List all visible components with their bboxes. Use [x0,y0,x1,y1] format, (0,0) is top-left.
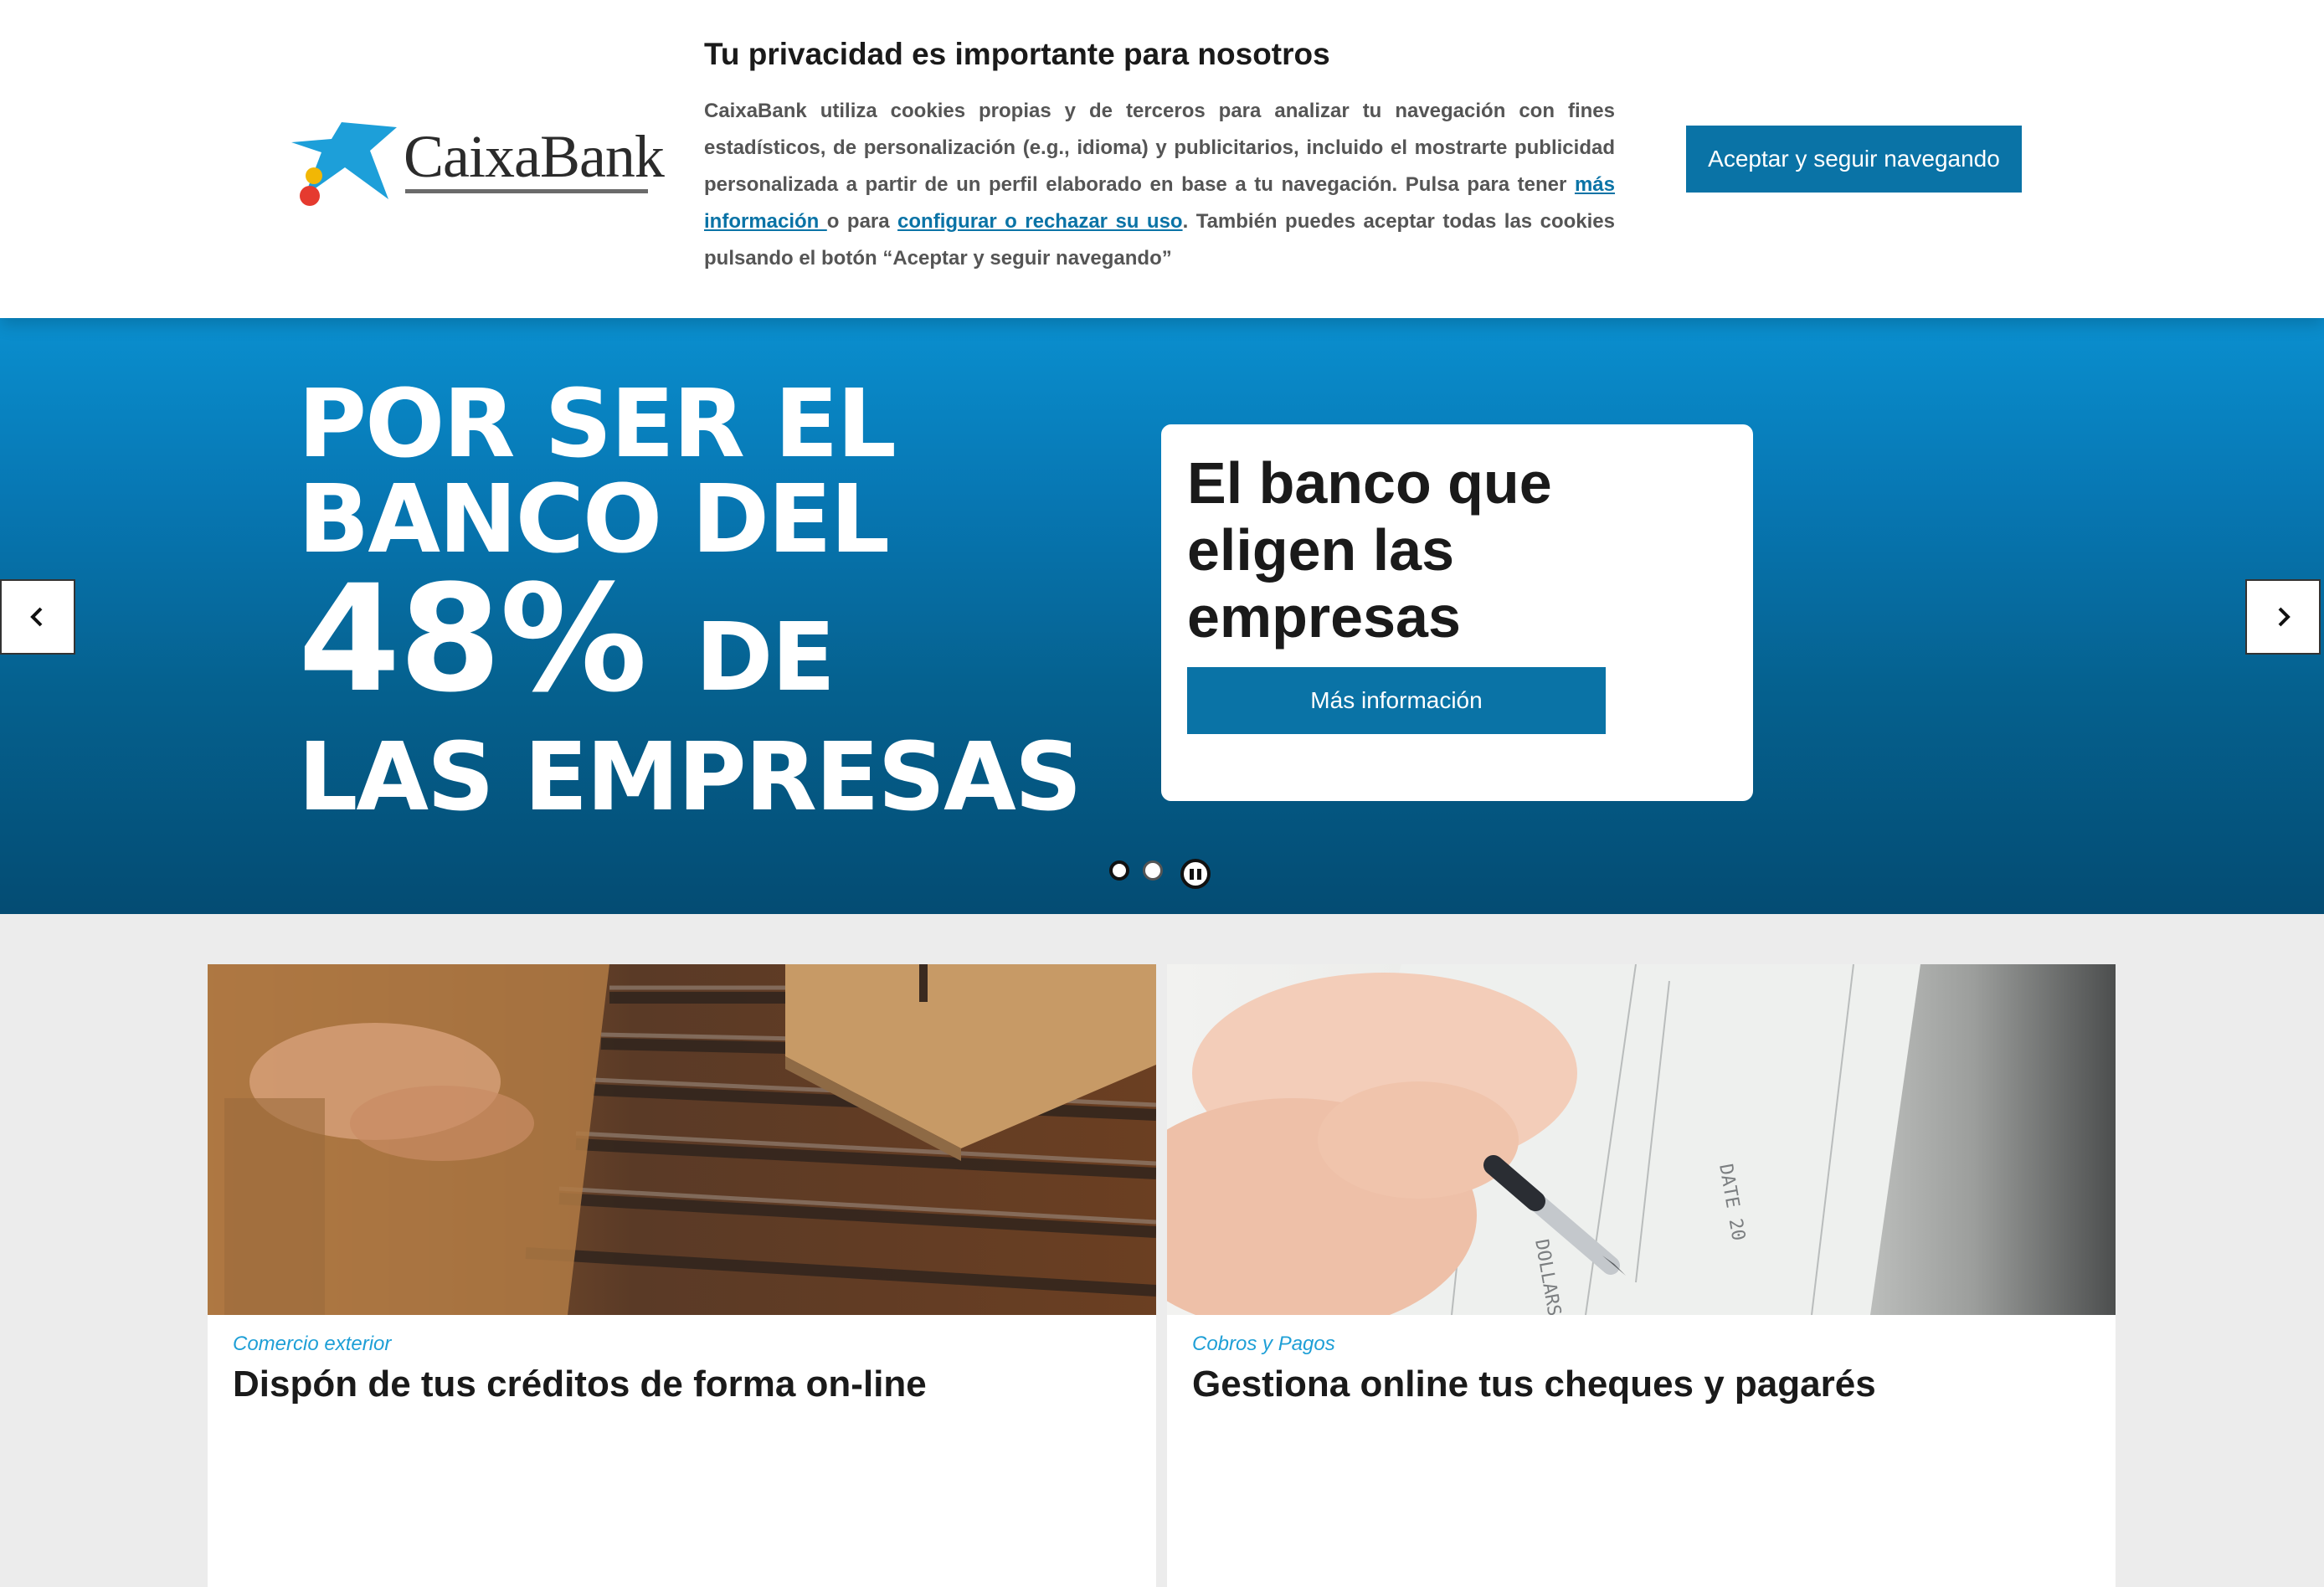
hero-headline-de: DE [695,603,836,712]
hero-headline-line4: LAS EMPRESAS [298,723,1082,832]
carousel-next-button[interactable] [2245,579,2321,655]
cookie-text-part2: o para [826,210,898,233]
card-image-packages [208,964,1156,1315]
caixabank-star-icon [291,122,397,206]
logo-wordmark: CaixaBank [404,123,665,190]
cookie-title: Tu privacidad es importante para nosotro… [704,37,1330,71]
card-title[interactable]: Gestiona online tus cheques y pagarés [1192,1364,1876,1405]
hero-card: El banco que eligen las empresas Más inf… [1161,424,1753,801]
cookie-text-part1: CaixaBank utiliza cookies propias y de t… [704,100,1615,196]
card-category[interactable]: Cobros y Pagos [1192,1333,1335,1356]
hero-headline-percent: 48% [298,553,647,725]
hero-carousel: POR SER EL BANCO DEL 48% DE LAS EMPRESAS… [0,318,2324,914]
pause-icon-bar [1197,868,1201,880]
pause-icon [1190,868,1194,880]
caixabank-logo[interactable]: CaixaBank [290,119,665,211]
carousel-indicators [1109,859,1226,889]
cookie-banner: CaixaBank Tu privacidad es importante pa… [0,0,2324,318]
hero-headline: POR SER EL BANCO DEL 48% DE LAS EMPRESAS [298,370,1082,832]
card-image-cheque-signing: DATE 20 DOLLARS [1167,964,2116,1315]
hero-card-title: El banco que eligen las empresas [1187,450,1552,650]
configure-cookies-link[interactable]: configurar o rechazar su uso [897,210,1183,233]
carousel-prev-button[interactable] [0,579,75,655]
news-card[interactable]: DATE 20 DOLLARS Cobros y Pagos Gestiona … [1167,964,2116,1587]
chevron-right-icon [2278,607,2291,627]
hero-headline-line3: 48% DE [298,566,1081,730]
carousel-dot-1[interactable] [1109,860,1129,881]
card-title[interactable]: Dispón de tus créditos de forma on-line [233,1364,927,1405]
accept-cookies-button[interactable]: Aceptar y seguir navegando [1686,126,2022,193]
carousel-dot-2[interactable] [1143,860,1163,881]
logo-underline [405,189,648,193]
card-category[interactable]: Comercio exterior [233,1333,391,1356]
cookie-text: CaixaBank utiliza cookies propias y de t… [704,93,1615,277]
news-card[interactable]: Comercio exterior Dispón de tus créditos… [208,964,1156,1587]
hero-headline-line1: POR SER EL [298,370,897,479]
more-info-button[interactable]: Más información [1187,667,1606,734]
chevron-left-icon [30,607,43,627]
carousel-pause-button[interactable] [1180,859,1211,889]
